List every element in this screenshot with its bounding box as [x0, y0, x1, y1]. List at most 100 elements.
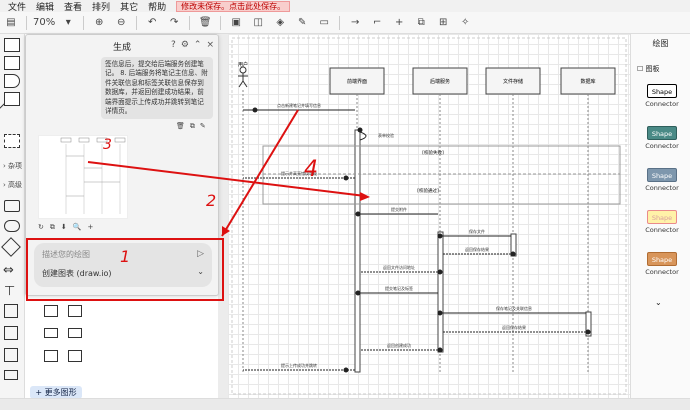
style-item-5[interactable]: Shape Connector	[641, 252, 683, 276]
unsaved-warning[interactable]: 修改未保存。点击此处保存。	[176, 0, 291, 12]
lane-frontend-label: 前端界面	[347, 78, 367, 85]
style-item-4[interactable]: Shape Connector	[641, 210, 683, 234]
sequence-diagram[interactable]: 用户 前端界面 后端服务 文件存储 数据库 [校验失败] [校验通过] 点击新建…	[228, 34, 630, 398]
shape-tee[interactable]: ⊤	[4, 284, 15, 299]
step-11	[437, 347, 443, 353]
shape-table[interactable]	[4, 304, 18, 318]
shape-table-b[interactable]	[44, 305, 58, 317]
zoom-select[interactable]: 70%	[33, 17, 55, 28]
copy-message-icon[interactable]: ⧉	[190, 122, 195, 131]
style-swatch-4: Shape	[647, 210, 677, 224]
step-10	[585, 329, 591, 335]
shape-delay[interactable]	[4, 74, 20, 88]
style-swatch-3: Shape	[647, 168, 677, 182]
activation-backend	[437, 231, 444, 353]
fill-color-icon[interactable]: ◈	[272, 17, 288, 28]
lane-filestore-label: 文件存储	[503, 78, 523, 85]
style-caption-3: Connector	[645, 184, 679, 192]
menu-file[interactable]: 文件	[8, 0, 26, 13]
zoom-in-icon[interactable]: ⊕	[91, 17, 107, 28]
style-item-2[interactable]: Shape Connector	[641, 126, 683, 150]
section-advanced[interactable]: › 高级	[3, 180, 22, 190]
format-panel-icon[interactable]: ▤	[3, 17, 19, 28]
style-caption-1: Connector	[645, 100, 679, 108]
section-misc[interactable]: › 杂项	[3, 161, 22, 171]
shape-frame-b[interactable]	[44, 350, 58, 362]
style-caption-5: Connector	[645, 268, 679, 276]
step-8	[355, 290, 361, 296]
menu-view[interactable]: 查看	[64, 0, 82, 13]
edit-message-icon[interactable]: ✎	[200, 122, 206, 131]
format-panel-title[interactable]: 绘图	[631, 38, 690, 49]
magic-icon[interactable]: ✧	[457, 17, 473, 28]
alt-fail-label: [校验失败]	[422, 149, 444, 156]
msg-5-label: 保存文件	[469, 228, 485, 234]
collapse-icon[interactable]: ⌃	[194, 40, 202, 50]
delete-icon[interactable]: 🗑	[197, 17, 213, 28]
menu-bar: 文件 编辑 查看 排列 其它 帮助 修改未保存。点击此处保存。	[0, 0, 690, 13]
zoom-preview-icon[interactable]: 🔍	[73, 223, 82, 232]
undo-icon[interactable]: ↶	[144, 17, 160, 28]
shape-grid[interactable]	[4, 326, 18, 340]
menu-extras[interactable]: 其它	[120, 0, 138, 13]
shape-container[interactable]	[4, 134, 20, 148]
msg-9-label: 保存笔记及关联信息	[496, 305, 532, 311]
table-icon[interactable]: ⧉	[413, 17, 429, 28]
add-icon[interactable]: +	[391, 17, 407, 28]
style-item-3[interactable]: Shape Connector	[641, 168, 683, 192]
insert-icon[interactable]: +	[87, 223, 93, 232]
shape-frame[interactable]	[4, 348, 18, 362]
shape-card[interactable]	[4, 370, 18, 380]
step-2	[357, 127, 363, 133]
shape-doc[interactable]	[4, 56, 20, 70]
shape-double-arrow[interactable]: ⇔	[3, 263, 14, 278]
actor-label: 用户	[238, 61, 248, 68]
shape-list[interactable]	[4, 92, 20, 106]
grid-checkbox-label: 图板	[645, 65, 660, 73]
msg-12-label: 提示上传成功并跳转	[281, 362, 317, 368]
diagram-preview[interactable]	[38, 135, 128, 219]
step-6	[510, 251, 516, 257]
grid-checkbox[interactable]: ☐ 图板	[637, 64, 660, 74]
style-swatch-1: Shape	[647, 84, 677, 98]
assistant-message: 签信息后，提交给后端服务创建笔记。 8. 后端服务将笔记主信息、附件关联信息和标…	[101, 57, 213, 119]
menu-help[interactable]: 帮助	[148, 0, 166, 13]
shape-list-item[interactable]	[44, 328, 58, 338]
chevron-down-icon[interactable]: ⌄	[655, 298, 662, 307]
shape-list-b[interactable]	[68, 328, 82, 338]
waypoint-icon[interactable]: ⌐	[369, 17, 385, 28]
style-caption-2: Connector	[645, 142, 679, 150]
generate-panel-header: 生成 ? ⚙ ⌃ ×	[26, 35, 218, 57]
alt-pass-label: [校验通过]	[417, 187, 439, 194]
shape-line[interactable]	[0, 103, 16, 126]
redo-icon[interactable]: ↷	[166, 17, 182, 28]
drawing-canvas[interactable]: 用户 前端界面 后端服务 文件存储 数据库 [校验失败] [校验通过] 点击新建…	[228, 34, 630, 398]
copy-icon[interactable]: ⧉	[50, 223, 55, 232]
help-icon[interactable]: ?	[171, 40, 176, 50]
menu-arrange[interactable]: 排列	[92, 0, 110, 13]
msg-11-label: 返回创建成功	[387, 342, 411, 348]
menu-edit[interactable]: 编辑	[36, 0, 54, 13]
settings-icon[interactable]: ⚙	[181, 40, 189, 50]
grid-icon[interactable]: ⊞	[435, 17, 451, 28]
msg-3-label: 提示并高亮错误字段	[281, 170, 317, 176]
delete-message-icon[interactable]: 🗑	[176, 122, 185, 131]
close-icon[interactable]: ×	[206, 40, 214, 50]
shape-frame-c[interactable]	[68, 350, 82, 362]
shape-rect[interactable]	[4, 38, 20, 52]
shape-ellipse[interactable]	[4, 220, 20, 232]
line-color-icon[interactable]: ✎	[294, 17, 310, 28]
download-icon[interactable]: ⬇	[61, 223, 67, 232]
to-back-icon[interactable]: ◫	[250, 17, 266, 28]
chevron-down-icon[interactable]: ▾	[60, 17, 76, 28]
shape-table-c[interactable]	[68, 305, 82, 317]
shape-process[interactable]	[4, 200, 20, 212]
style-item-1[interactable]: Shape Connector	[641, 84, 683, 108]
zoom-out-icon[interactable]: ⊖	[113, 17, 129, 28]
connection-arrow-icon[interactable]: →	[347, 17, 363, 28]
msg-10-label: 返回保存结果	[502, 324, 526, 330]
shadow-icon[interactable]: ▭	[316, 17, 332, 28]
msg-8-label: 提交笔记及标签	[385, 285, 413, 291]
to-front-icon[interactable]: ▣	[228, 17, 244, 28]
refresh-icon[interactable]: ↻	[38, 223, 44, 232]
